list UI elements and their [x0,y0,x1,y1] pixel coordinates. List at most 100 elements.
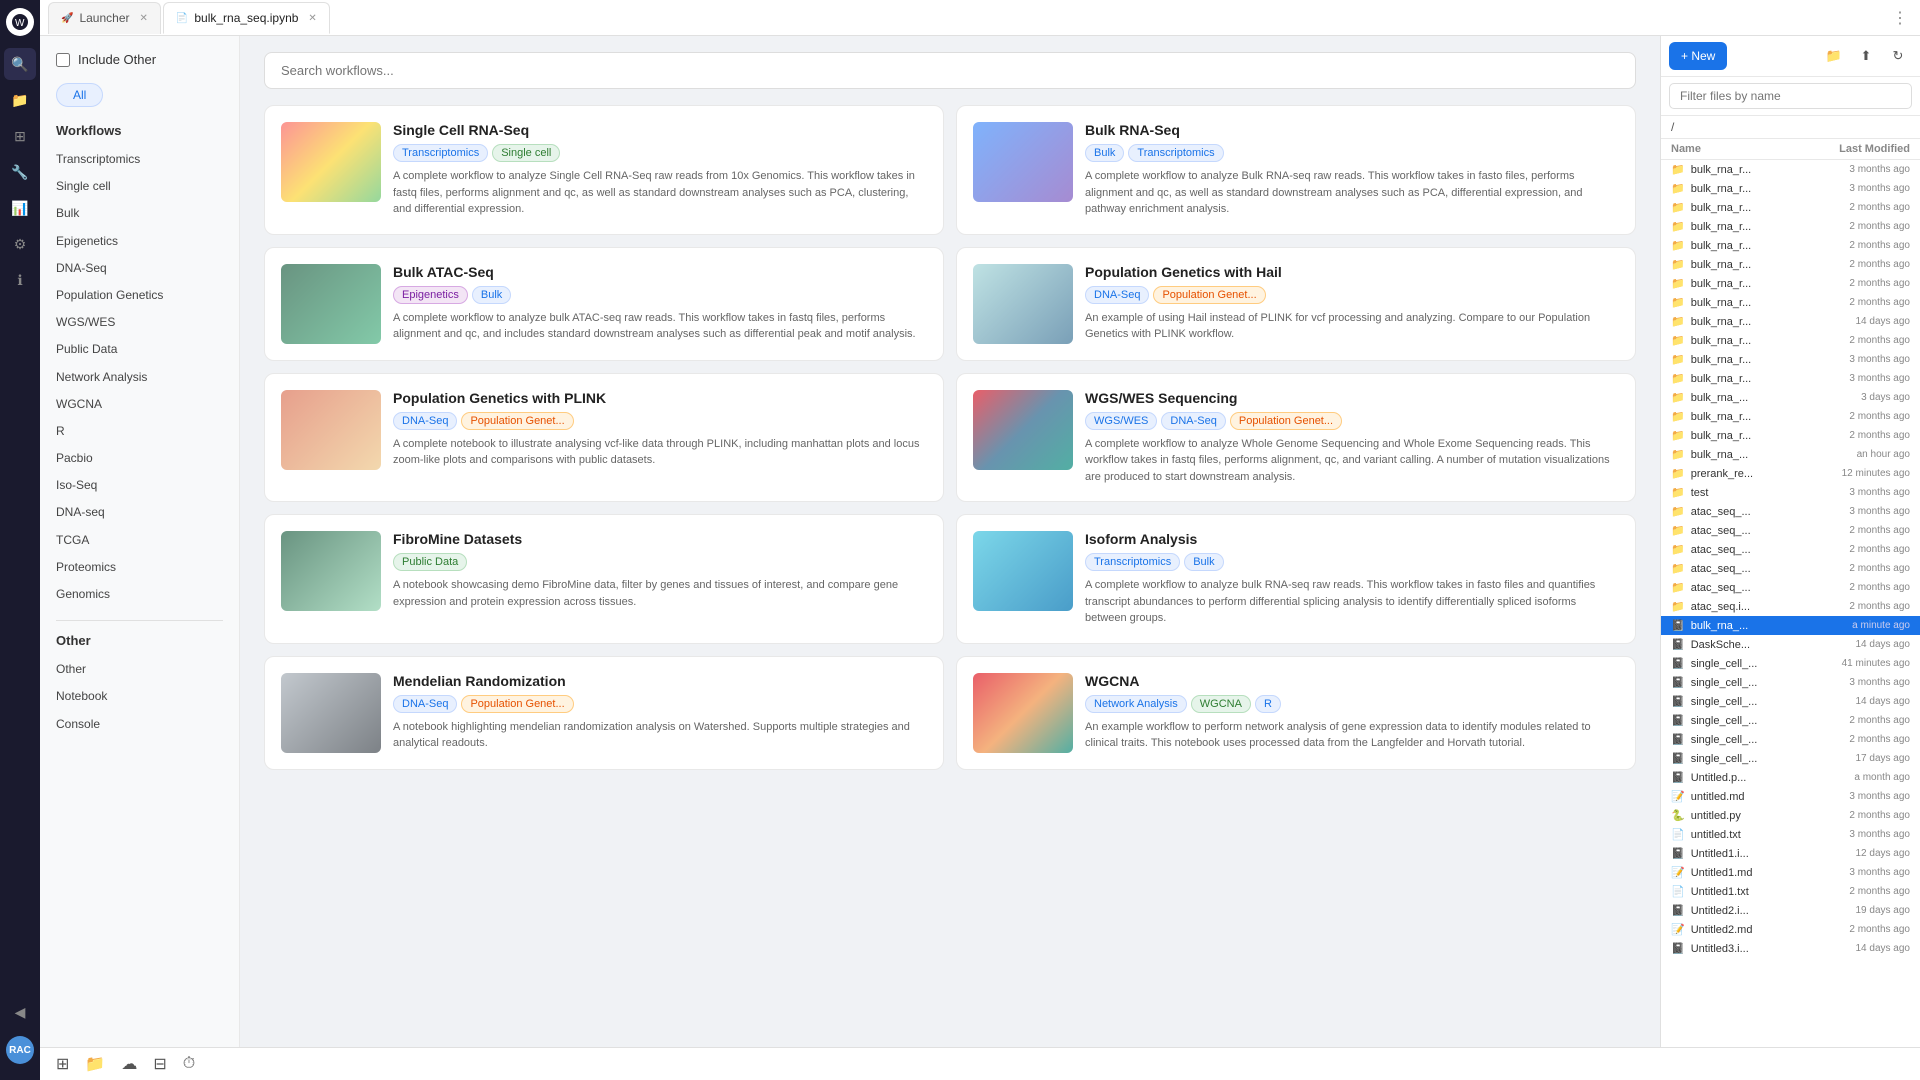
file-item[interactable]: 📁bulk_rna_...3 days ago [1661,388,1920,407]
filter-item[interactable]: Public Data [56,336,223,363]
sidebar-nav-search[interactable]: 🔍 [4,48,36,80]
file-filter-input[interactable] [1669,83,1912,109]
workflow-tag[interactable]: DNA-Seq [393,412,457,430]
sidebar-nav-info[interactable]: ℹ [4,264,36,296]
file-item[interactable]: 📓single_cell_...17 days ago [1661,749,1920,768]
tab-notebook-close[interactable]: ✕ [308,13,316,24]
workflow-card[interactable]: Population Genetics with HailDNA-SeqPopu… [956,247,1636,361]
workflow-tag[interactable]: DNA-Seq [1161,412,1225,430]
workflow-tag[interactable]: Population Genet... [461,412,573,430]
workflow-card[interactable]: Bulk ATAC-SeqEpigeneticsBulkA complete w… [264,247,944,361]
workflow-card[interactable]: Mendelian RandomizationDNA-SeqPopulation… [264,656,944,770]
filter-item[interactable]: Genomics [56,581,223,608]
new-file-button[interactable]: + New [1669,42,1727,70]
file-item[interactable]: 📓Untitled2.i...19 days ago [1661,901,1920,920]
file-item[interactable]: 📓single_cell_...2 months ago [1661,730,1920,749]
clock-tool-icon[interactable]: ⏱ [183,1055,195,1073]
workflow-tag[interactable]: Population Genet... [1153,286,1265,304]
workflow-tag[interactable]: Transcriptomics [1128,144,1223,162]
file-item[interactable]: 📝untitled.md3 months ago [1661,787,1920,806]
filter-item[interactable]: Bulk [56,200,223,227]
filter-item[interactable]: WGCNA [56,391,223,418]
grid-tool-icon[interactable]: ⊞ [56,1054,69,1074]
file-item[interactable]: 📁bulk_rna_r...3 months ago [1661,179,1920,198]
file-item[interactable]: 📁test3 months ago [1661,483,1920,502]
file-item[interactable]: 📁bulk_rna_r...2 months ago [1661,198,1920,217]
search-input[interactable] [264,52,1636,89]
file-item[interactable]: 📁atac_seq.i...2 months ago [1661,597,1920,616]
include-other-checkbox[interactable] [56,53,70,67]
file-item[interactable]: 📁bulk_rna_r...14 days ago [1661,312,1920,331]
file-item[interactable]: 📓single_cell_...3 months ago [1661,673,1920,692]
file-item[interactable]: 📁bulk_rna_...an hour ago [1661,445,1920,464]
filter-item[interactable]: DNA-seq [56,499,223,526]
filter-item[interactable]: Pacbio [56,445,223,472]
filter-item[interactable]: Epigenetics [56,228,223,255]
filter-item[interactable]: Iso-Seq [56,472,223,499]
file-item[interactable]: 📁bulk_rna_r...2 months ago [1661,426,1920,445]
sidebar-nav-collapse[interactable]: ◀ [4,996,36,1028]
filter-item[interactable]: Single cell [56,173,223,200]
filter-item[interactable]: Proteomics [56,554,223,581]
workflow-tag[interactable]: DNA-Seq [393,695,457,713]
workflow-card[interactable]: Isoform AnalysisTranscriptomicsBulkA com… [956,514,1636,644]
sidebar-nav-settings[interactable]: ⚙ [4,228,36,260]
file-item[interactable]: 📁prerank_re...12 minutes ago [1661,464,1920,483]
tab-launcher-close[interactable]: ✕ [140,13,148,24]
filter-item[interactable]: Population Genetics [56,282,223,309]
workflow-tag[interactable]: WGS/WES [1085,412,1157,430]
cloud-tool-icon[interactable]: ☁ [121,1054,137,1074]
file-item[interactable]: 📁bulk_rna_r...2 months ago [1661,236,1920,255]
file-item[interactable]: 📄untitled.txt3 months ago [1661,825,1920,844]
file-item[interactable]: 📁atac_seq_...2 months ago [1661,578,1920,597]
file-item[interactable]: 📓single_cell_...2 months ago [1661,711,1920,730]
workflow-tag[interactable]: Population Genet... [461,695,573,713]
sliders-tool-icon[interactable]: ⊟ [153,1054,166,1074]
filter-item[interactable]: TCGA [56,527,223,554]
file-item[interactable]: 📁bulk_rna_r...2 months ago [1661,293,1920,312]
workflow-card[interactable]: WGS/WES SequencingWGS/WESDNA-SeqPopulati… [956,373,1636,503]
workflow-card[interactable]: Single Cell RNA-SeqTranscriptomicsSingle… [264,105,944,235]
folder-tool-icon[interactable]: 📁 [85,1054,105,1074]
workflow-tag[interactable]: Public Data [393,553,467,571]
file-item[interactable]: 📓single_cell_...41 minutes ago [1661,654,1920,673]
workflow-tag[interactable]: Bulk [1085,144,1124,162]
workflow-tag[interactable]: Single cell [492,144,560,162]
workflow-tag[interactable]: Transcriptomics [1085,553,1180,571]
filter-item[interactable]: Transcriptomics [56,146,223,173]
file-item[interactable]: 📓Untitled.p...a month ago [1661,768,1920,787]
file-item[interactable]: 📁bulk_rna_r...2 months ago [1661,274,1920,293]
workflow-card[interactable]: Bulk RNA-SeqBulkTranscriptomicsA complet… [956,105,1636,235]
filter-item[interactable]: WGS/WES [56,309,223,336]
other-filter-item[interactable]: Other [56,656,223,683]
tab-more-icon[interactable]: ⋮ [1888,8,1912,28]
workflow-tag[interactable]: DNA-Seq [1085,286,1149,304]
new-folder-button[interactable]: 📁 [1820,42,1848,70]
sidebar-nav-files[interactable]: 📁 [4,84,36,116]
other-filter-item[interactable]: Console [56,711,223,738]
file-item[interactable]: 📁bulk_rna_r...2 months ago [1661,407,1920,426]
other-filter-item[interactable]: Notebook [56,683,223,710]
file-item[interactable]: 📁atac_seq_...2 months ago [1661,521,1920,540]
file-item[interactable]: 📁bulk_rna_r...2 months ago [1661,217,1920,236]
workflow-card[interactable]: FibroMine DatasetsPublic DataA notebook … [264,514,944,644]
tab-launcher[interactable]: 🚀 Launcher ✕ [48,2,161,34]
file-item[interactable]: 📁bulk_rna_r...2 months ago [1661,331,1920,350]
file-item[interactable]: 📝Untitled2.md2 months ago [1661,920,1920,939]
sidebar-nav-grid[interactable]: ⊞ [4,120,36,152]
user-avatar[interactable]: RAC [6,1036,34,1064]
file-item[interactable]: 📓Untitled3.i...14 days ago [1661,939,1920,958]
file-item[interactable]: 📓single_cell_...14 days ago [1661,692,1920,711]
include-other-toggle[interactable]: Include Other [56,52,223,67]
file-item[interactable]: 📁bulk_rna_r...2 months ago [1661,255,1920,274]
file-item[interactable]: 📁bulk_rna_r...3 months ago [1661,369,1920,388]
workflow-card[interactable]: Population Genetics with PLINKDNA-SeqPop… [264,373,944,503]
file-item[interactable]: 📓bulk_rna_...a minute ago [1661,616,1920,635]
workflow-tag[interactable]: Network Analysis [1085,695,1187,713]
all-filter-button[interactable]: All [56,83,103,107]
workflow-tag[interactable]: Transcriptomics [393,144,488,162]
file-item[interactable]: 📁atac_seq_...3 months ago [1661,502,1920,521]
file-item[interactable]: 📁bulk_rna_r...3 months ago [1661,350,1920,369]
file-item[interactable]: 📓DaskSche...14 days ago [1661,635,1920,654]
workflow-tag[interactable]: Bulk [1184,553,1223,571]
